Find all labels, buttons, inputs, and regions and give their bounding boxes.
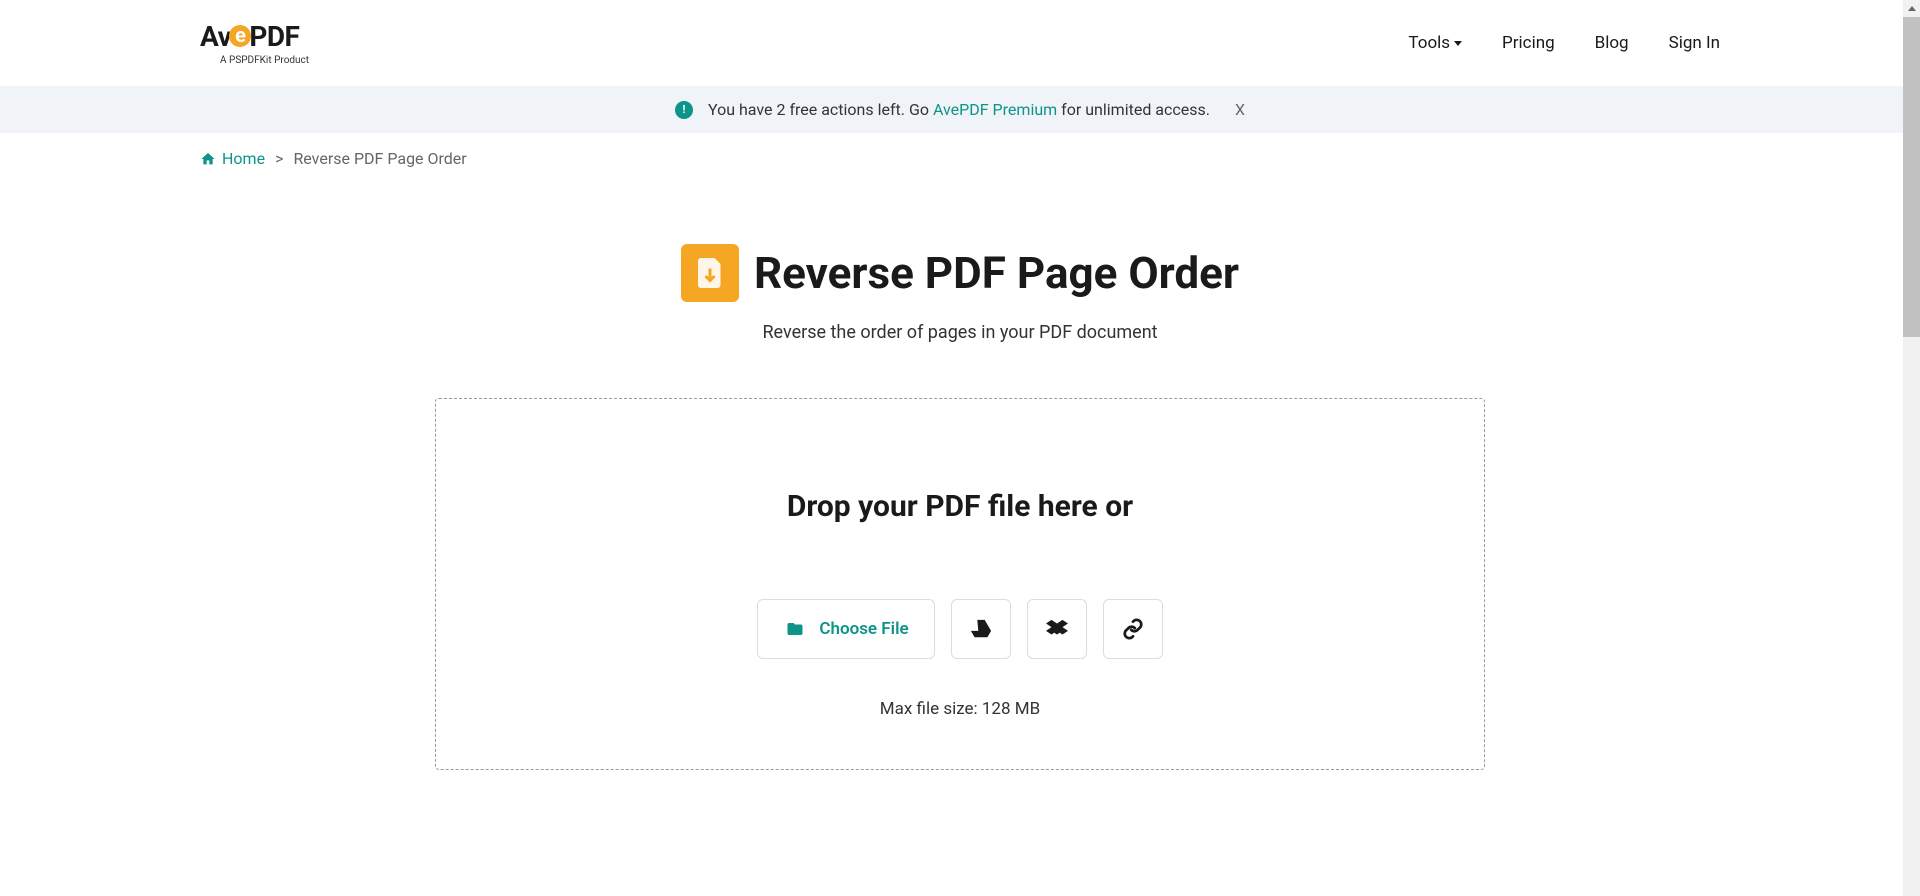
chevron-down-icon bbox=[1454, 41, 1462, 46]
choose-file-button[interactable]: Choose File bbox=[757, 599, 934, 659]
choose-file-label: Choose File bbox=[819, 619, 908, 639]
url-button[interactable] bbox=[1103, 599, 1163, 659]
page-subtitle: Reverse the order of pages in your PDF d… bbox=[0, 322, 1920, 343]
google-drive-icon bbox=[969, 618, 993, 640]
banner-text: You have 2 free actions left. Go AvePDF … bbox=[708, 100, 1210, 119]
breadcrumb: Home > Reverse PDF Page Order bbox=[0, 133, 1920, 184]
dropbox-button[interactable] bbox=[1027, 599, 1087, 659]
scrollbar-up-icon[interactable] bbox=[1903, 0, 1920, 17]
logo-subtitle: A PSPDFKit Product bbox=[220, 55, 309, 66]
banner: ! You have 2 free actions left. Go AvePD… bbox=[0, 86, 1920, 133]
breadcrumb-home[interactable]: Home bbox=[200, 149, 265, 168]
logo-text: AvPDF bbox=[200, 20, 299, 53]
nav-pricing[interactable]: Pricing bbox=[1502, 33, 1555, 53]
nav-tools-label: Tools bbox=[1408, 33, 1450, 53]
nav-blog[interactable]: Blog bbox=[1595, 33, 1629, 53]
drop-text: Drop your PDF file here or bbox=[476, 489, 1444, 524]
info-icon: ! bbox=[675, 101, 693, 119]
dropbox-icon bbox=[1044, 618, 1070, 640]
folder-icon bbox=[783, 620, 807, 638]
header: AvPDF A PSPDFKit Product Tools Pricing B… bbox=[0, 0, 1920, 86]
dropzone[interactable]: Drop your PDF file here or Choose File M… bbox=[435, 398, 1485, 770]
logo-e-icon bbox=[229, 25, 251, 47]
scrollbar[interactable] bbox=[1903, 0, 1920, 896]
nav-signin[interactable]: Sign In bbox=[1669, 33, 1720, 53]
nav-tools[interactable]: Tools bbox=[1408, 33, 1462, 53]
page-title-row: Reverse PDF Page Order bbox=[0, 244, 1920, 302]
upload-buttons: Choose File bbox=[476, 599, 1444, 659]
google-drive-button[interactable] bbox=[951, 599, 1011, 659]
breadcrumb-separator: > bbox=[275, 149, 283, 168]
reverse-page-icon bbox=[681, 244, 739, 302]
scrollbar-thumb[interactable] bbox=[1903, 17, 1920, 337]
link-icon bbox=[1122, 618, 1144, 640]
breadcrumb-current: Reverse PDF Page Order bbox=[293, 149, 466, 168]
close-icon[interactable]: X bbox=[1235, 100, 1245, 119]
max-file-size: Max file size: 128 MB bbox=[476, 699, 1444, 719]
logo[interactable]: AvPDF A PSPDFKit Product bbox=[200, 20, 309, 66]
nav: Tools Pricing Blog Sign In bbox=[1408, 33, 1720, 53]
page-title: Reverse PDF Page Order bbox=[754, 247, 1239, 299]
home-icon bbox=[200, 151, 216, 167]
premium-link[interactable]: AvePDF Premium bbox=[933, 100, 1057, 119]
